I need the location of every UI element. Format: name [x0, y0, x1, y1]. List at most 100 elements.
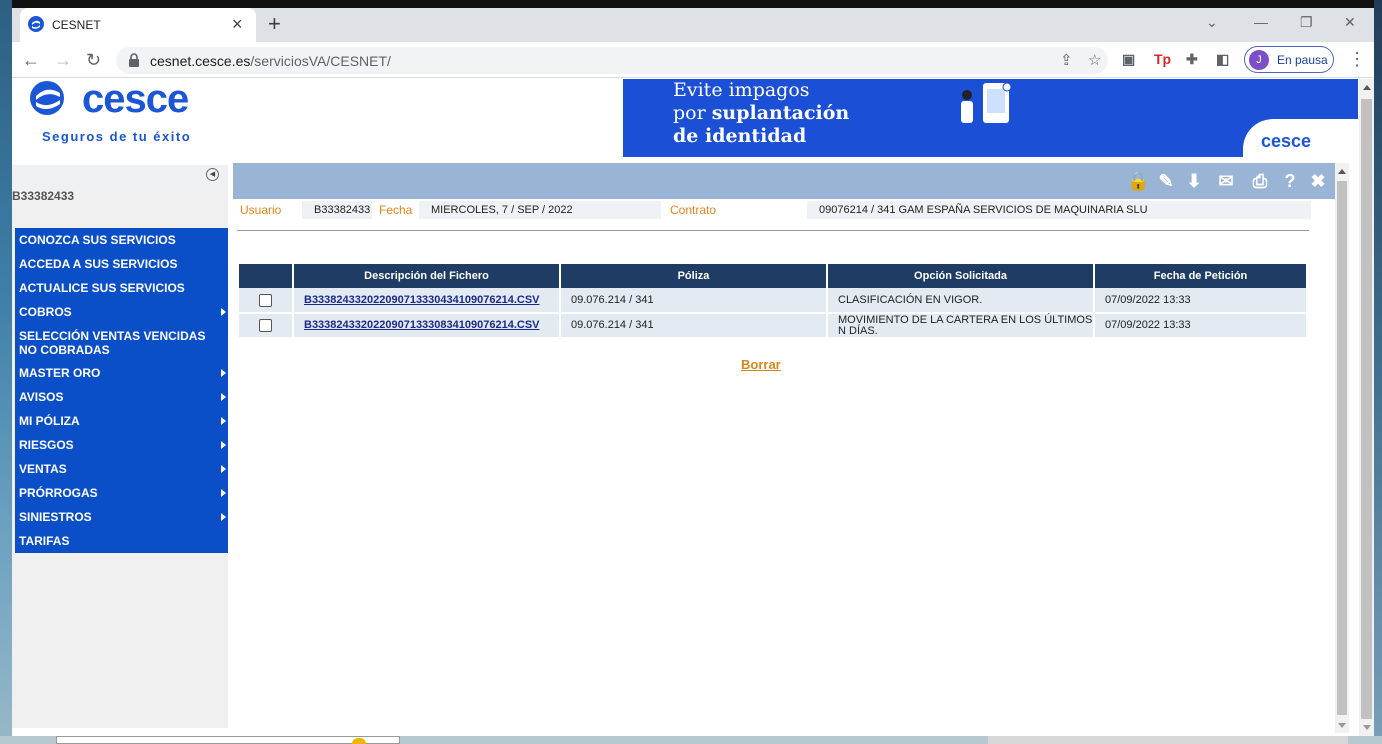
cesce-favicon-icon — [28, 16, 44, 32]
reload-icon[interactable]: ↻ — [86, 50, 101, 70]
reader-extension-icon[interactable]: ▣ — [1122, 51, 1135, 68]
sidebar-item-label: COBROS — [19, 305, 72, 319]
sidebar-item-avisos[interactable]: AVISOS — [15, 385, 228, 409]
borrar-link[interactable]: Borrar — [741, 357, 781, 372]
sidebar-item-label: ACCEDA A SUS SERVICIOS — [19, 257, 178, 271]
ad-banner[interactable]: Evite impagos por suplantación de identi… — [623, 79, 1358, 157]
cesce-logo[interactable]: cesce Seguros de tu éxito — [28, 79, 228, 149]
sidebar-item-label: MI PÓLIZA — [19, 414, 80, 428]
row-checkbox[interactable] — [259, 319, 272, 332]
sidebar-menu: CONOZCA SUS SERVICIOS ACCEDA A SUS SERVI… — [15, 228, 228, 553]
sidebar-item-cobros[interactable]: COBROS — [15, 300, 228, 324]
panel-scroll-thumb[interactable] — [1337, 181, 1347, 715]
minimize-icon[interactable]: — — [1254, 14, 1268, 30]
star-icon[interactable]: ☆ — [1088, 51, 1101, 69]
submenu-arrow-icon — [221, 369, 226, 377]
mail-icon[interactable]: ✉ — [1215, 170, 1237, 192]
sidebar-item-ventas[interactable]: VENTAS — [15, 457, 228, 481]
logo-text: cesce — [82, 79, 189, 121]
taskbar-window[interactable] — [56, 736, 400, 744]
scroll-up-icon[interactable] — [1338, 169, 1346, 174]
forward-icon[interactable]: → — [54, 50, 72, 70]
sidebar-item-tarifas[interactable]: TARIFAS — [15, 529, 228, 553]
panel-toolbar: 🔒 ✎ ⬇ ✉ ⎙ ? ✖ — [233, 163, 1335, 199]
fecha-value: MIERCOLES, 7 / SEP / 2022 — [419, 201, 661, 219]
chevron-down-icon[interactable]: ⌄ — [1206, 14, 1218, 31]
side-panel-icon[interactable]: ◧ — [1216, 51, 1229, 68]
sidebar-item-label: AVISOS — [19, 390, 64, 404]
browser-menu-icon[interactable]: ⋮ — [1348, 49, 1366, 70]
taskbar-tray — [988, 736, 1348, 744]
fecha-label: Fecha — [379, 203, 413, 217]
fecha-cell: 07/09/2022 13:33 — [1094, 288, 1308, 314]
collapse-sidebar-icon[interactable]: ◀ — [206, 168, 219, 181]
scroll-down-icon[interactable] — [1363, 725, 1371, 730]
tab-title: CESNET — [52, 18, 101, 32]
table-row: B333824332022090713330834109076214.CSV 0… — [239, 313, 1308, 339]
desktop-wallpaper-left — [0, 0, 12, 744]
browser-window: CESNET × + ⌄ — ❐ ✕ ← → ↻ cesnet.cesce.es… — [12, 8, 1374, 736]
tab-cesnet[interactable]: CESNET × — [20, 8, 256, 42]
print-icon[interactable]: ⎙ — [1249, 170, 1271, 192]
profile-button[interactable]: J En pausa — [1244, 46, 1334, 73]
close-icon[interactable]: ✖ — [1307, 170, 1329, 192]
contrato-value: 09076214 / 341 GAM ESPAÑA SERVICIOS DE M… — [807, 201, 1311, 219]
tab-close-icon[interactable]: × — [232, 14, 243, 34]
taskbar-app-icon[interactable] — [352, 738, 366, 744]
new-tab-icon[interactable]: + — [268, 12, 281, 36]
share-icon[interactable]: ⇪ — [1060, 51, 1073, 69]
file-link[interactable]: B333824332022090713330834109076214.CSV — [304, 319, 540, 331]
sidebar-item-label: ACTUALICE SUS SERVICIOS — [19, 281, 185, 295]
sidebar-item-label: PRÓRROGAS — [19, 486, 98, 500]
banner-line3: de identidad — [673, 125, 807, 147]
tagline: Seguros de tu éxito — [42, 129, 192, 144]
url-path: /serviciosVA/CESNET/ — [250, 53, 391, 69]
row-select-cell — [239, 288, 294, 314]
back-icon[interactable]: ← — [22, 50, 40, 70]
row-checkbox[interactable] — [259, 293, 272, 307]
cesce-logo-icon — [30, 81, 64, 115]
address-bar[interactable]: cesnet.cesce.es/serviciosVA/CESNET/ ⇪ ☆ — [116, 47, 1108, 74]
banner-line2-bold: suplantación — [711, 102, 850, 124]
submenu-arrow-icon — [221, 441, 226, 449]
file-link[interactable]: B333824332022090713330434109076214.CSV — [304, 294, 540, 306]
lock-icon[interactable]: 🔒 — [1127, 170, 1149, 192]
scroll-down-icon[interactable] — [1338, 723, 1346, 728]
lock-icon[interactable] — [128, 53, 140, 67]
page-scroll-thumb[interactable] — [1361, 99, 1372, 719]
url-text[interactable]: cesnet.cesce.es/serviciosVA/CESNET/ — [150, 53, 391, 69]
column-header: Opción Solicitada — [827, 264, 1095, 288]
avatar: J — [1249, 50, 1269, 70]
opcion-cell: MOVIMIENTO DE LA CARTERA EN LOS ÚLTIMOS … — [827, 313, 1095, 339]
close-window-icon[interactable]: ✕ — [1344, 14, 1356, 31]
tp-extension-icon[interactable]: Tp — [1154, 51, 1171, 67]
submenu-arrow-icon — [221, 465, 226, 473]
help-icon[interactable]: ? — [1279, 170, 1301, 192]
sidebar-item-actualice-sus-servicios[interactable]: ACTUALICE SUS SERVICIOS — [15, 276, 228, 300]
sidebar-item-master-oro[interactable]: MASTER ORO — [15, 361, 228, 385]
banner-line1: Evite impagos — [673, 79, 810, 101]
url-host: cesnet.cesce.es — [150, 53, 251, 69]
sidebar-item-riesgos[interactable]: RIESGOS — [15, 433, 228, 457]
puzzle-extensions-icon[interactable]: ✚ — [1186, 51, 1198, 68]
submenu-arrow-icon — [221, 417, 226, 425]
poliza-cell: 09.076.214 / 341 — [560, 313, 828, 339]
banner-brand-badge: cesce — [1243, 119, 1358, 157]
edit-icon[interactable]: ✎ — [1155, 170, 1177, 192]
sidebar-item-label: MASTER ORO — [19, 366, 101, 380]
restore-icon[interactable]: ❐ — [1300, 14, 1313, 31]
scroll-up-icon[interactable] — [1363, 85, 1371, 90]
sidebar-item-label: TARIFAS — [19, 534, 70, 548]
sidebar-item-seleccion-ventas-vencidas[interactable]: SELECCIÓN VENTAS VENCIDAS NO COBRADAS — [15, 324, 228, 361]
sidebar-item-mi-poliza[interactable]: MI PÓLIZA — [15, 409, 228, 433]
desktop-wallpaper-right — [1374, 0, 1382, 744]
sidebar-item-siniestros[interactable]: SINIESTROS — [15, 505, 228, 529]
page-scrollbar[interactable] — [1359, 79, 1374, 736]
sidebar-item-conozca-sus-servicios[interactable]: CONOZCA SUS SERVICIOS — [15, 228, 228, 252]
divider — [237, 230, 1309, 231]
panel-scrollbar[interactable] — [1335, 163, 1349, 733]
sidebar-item-label: RIESGOS — [19, 438, 74, 452]
download-icon[interactable]: ⬇ — [1183, 170, 1205, 192]
sidebar-item-prorrogas[interactable]: PRÓRROGAS — [15, 481, 228, 505]
sidebar-item-acceda-a-sus-servicios[interactable]: ACCEDA A SUS SERVICIOS — [15, 252, 228, 276]
